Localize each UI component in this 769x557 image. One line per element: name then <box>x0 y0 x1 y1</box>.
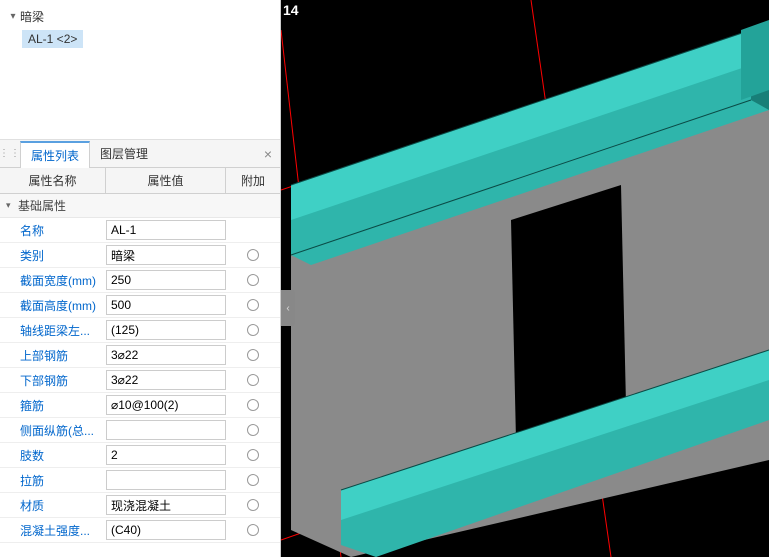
prop-value-cell <box>106 345 226 365</box>
prop-extra-cell <box>226 374 280 386</box>
tree-area: ▾ 暗梁 AL-1 <2> <box>0 0 280 140</box>
radio-icon[interactable] <box>247 274 259 286</box>
radio-icon[interactable] <box>247 249 259 261</box>
radio-icon[interactable] <box>247 349 259 361</box>
prop-value-cell <box>106 245 226 265</box>
prop-extra-cell <box>226 449 280 461</box>
prop-label[interactable]: 下部钢筋 <box>0 372 106 389</box>
prop-label[interactable]: 轴线距梁左... <box>0 322 106 339</box>
prop-label[interactable]: 箍筋 <box>0 397 106 414</box>
prop-extra-cell <box>226 424 280 436</box>
prop-label[interactable]: 混凝土强度... <box>0 522 106 539</box>
radio-icon[interactable] <box>247 324 259 336</box>
prop-label[interactable]: 肢数 <box>0 447 106 464</box>
grid-header: 属性名称 属性值 附加 <box>0 168 280 194</box>
radio-icon[interactable] <box>247 299 259 311</box>
prop-value-cell <box>106 495 226 515</box>
prop-value-input[interactable] <box>106 295 226 315</box>
tree-child-label[interactable]: AL-1 <2> <box>22 30 83 48</box>
prop-value-cell <box>106 445 226 465</box>
prop-value-input[interactable] <box>106 220 226 240</box>
prop-value-input[interactable] <box>106 345 226 365</box>
prop-label[interactable]: 上部钢筋 <box>0 347 106 364</box>
tree-root-label: 暗梁 <box>20 8 44 25</box>
prop-value-cell <box>106 520 226 540</box>
caret-down-icon[interactable]: ▾ <box>8 11 18 22</box>
radio-icon[interactable] <box>247 474 259 486</box>
prop-row: 混凝土强度... <box>0 518 280 543</box>
prop-value-input[interactable] <box>106 520 226 540</box>
col-header-name[interactable]: 属性名称 <box>0 168 106 193</box>
radio-icon[interactable] <box>247 424 259 436</box>
prop-value-cell <box>106 395 226 415</box>
prop-value-input[interactable] <box>106 420 226 440</box>
radio-icon[interactable] <box>247 399 259 411</box>
prop-value-input[interactable] <box>106 445 226 465</box>
tab-layer-manager[interactable]: 图层管理 <box>90 140 158 167</box>
prop-extra-cell <box>226 474 280 486</box>
tree-root-row[interactable]: ▾ 暗梁 <box>8 6 272 26</box>
prop-value-input[interactable] <box>106 245 226 265</box>
prop-row: 轴线距梁左... <box>0 318 280 343</box>
left-panel: ▾ 暗梁 AL-1 <2> ⋮⋮ 属性列表 图层管理 × 属性名称 属性值 附加… <box>0 0 281 557</box>
prop-label[interactable]: 侧面纵筋(总... <box>0 422 106 439</box>
prop-label[interactable]: 拉筋 <box>0 472 106 489</box>
axis-label: 14 <box>283 2 299 18</box>
col-header-extra[interactable]: 附加 <box>226 168 280 193</box>
prop-value-input[interactable] <box>106 495 226 515</box>
tab-bar: ⋮⋮ 属性列表 图层管理 × <box>0 140 280 168</box>
props-container: 名称类别截面宽度(mm) 截面高度(mm) 轴线距梁左... 上部钢筋下部钢筋箍筋侧面… <box>0 218 280 543</box>
prop-extra-cell <box>226 349 280 361</box>
prop-row: 截面高度(mm) <box>0 293 280 318</box>
drag-handle-icon[interactable]: ⋮⋮ <box>0 148 20 159</box>
radio-icon[interactable] <box>247 499 259 511</box>
prop-extra-cell <box>226 274 280 286</box>
prop-value-cell <box>106 370 226 390</box>
group-basic-label: 基础属性 <box>18 197 66 214</box>
prop-extra-cell <box>226 399 280 411</box>
prop-value-input[interactable] <box>106 395 226 415</box>
prop-value-cell <box>106 270 226 290</box>
prop-row: 箍筋 <box>0 393 280 418</box>
prop-extra-cell <box>226 524 280 536</box>
prop-value-cell <box>106 320 226 340</box>
prop-row: 上部钢筋 <box>0 343 280 368</box>
prop-row: 截面宽度(mm) <box>0 268 280 293</box>
radio-icon[interactable] <box>247 524 259 536</box>
tree-child-row[interactable]: AL-1 <2> <box>22 30 272 48</box>
tab-property-list[interactable]: 属性列表 <box>20 141 90 168</box>
prop-label[interactable]: 材质 <box>0 497 106 514</box>
prop-row: 侧面纵筋(总... <box>0 418 280 443</box>
group-basic-row[interactable]: ▾ 基础属性 <box>0 194 280 218</box>
prop-row: 名称 <box>0 218 280 243</box>
prop-label[interactable]: 截面高度(mm) <box>0 297 106 314</box>
viewport-3d[interactable]: 14 ‹ <box>281 0 769 557</box>
prop-row: 拉筋 <box>0 468 280 493</box>
prop-value-cell <box>106 470 226 490</box>
prop-label[interactable]: 名称 <box>0 222 106 239</box>
prop-value-cell <box>106 420 226 440</box>
caret-down-icon: ▾ <box>6 200 16 211</box>
radio-icon[interactable] <box>247 449 259 461</box>
expand-handle-icon[interactable]: ‹ <box>281 290 295 326</box>
prop-label[interactable]: 类别 <box>0 247 106 264</box>
prop-extra-cell <box>226 324 280 336</box>
close-icon[interactable]: × <box>264 146 272 162</box>
prop-value-cell <box>106 295 226 315</box>
prop-row: 类别 <box>0 243 280 268</box>
prop-value-cell <box>106 220 226 240</box>
prop-row: 材质 <box>0 493 280 518</box>
prop-extra-cell <box>226 499 280 511</box>
prop-value-input[interactable] <box>106 470 226 490</box>
prop-value-input[interactable] <box>106 320 226 340</box>
prop-value-input[interactable] <box>106 270 226 290</box>
prop-label[interactable]: 截面宽度(mm) <box>0 272 106 289</box>
prop-row: 下部钢筋 <box>0 368 280 393</box>
radio-icon[interactable] <box>247 374 259 386</box>
col-header-value[interactable]: 属性值 <box>106 168 226 193</box>
prop-extra-cell <box>226 299 280 311</box>
prop-value-input[interactable] <box>106 370 226 390</box>
prop-extra-cell <box>226 249 280 261</box>
prop-row: 肢数 <box>0 443 280 468</box>
